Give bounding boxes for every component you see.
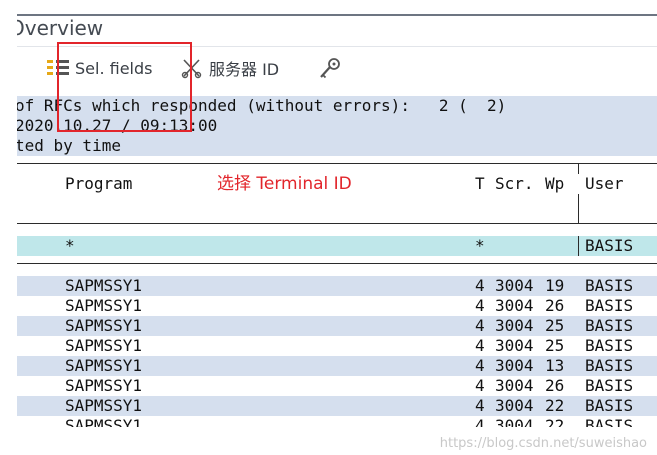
window-title: Overview bbox=[17, 16, 104, 40]
annotation-select-terminal-id: 选择 Terminal ID bbox=[217, 174, 352, 194]
filter-row[interactable]: * * BASIS bbox=[17, 236, 657, 256]
filter-program: * bbox=[65, 236, 75, 255]
cell-t: 4 bbox=[475, 276, 485, 295]
cell-program: SAPMSSY1 bbox=[65, 316, 143, 335]
cell-t: 4 bbox=[475, 376, 485, 395]
filter-divider bbox=[17, 263, 657, 264]
header-t[interactable]: T bbox=[475, 174, 485, 194]
info-sorted-by: ted by time bbox=[17, 136, 657, 156]
info-date-time: 2020.10.27 / 09:13:00 bbox=[17, 116, 657, 136]
key-button[interactable] bbox=[317, 55, 343, 81]
sel-fields-label: Sel. fields bbox=[75, 58, 153, 78]
cell-user: BASIS bbox=[585, 396, 634, 415]
info-line-1: of RFCs which responded (without errors)… bbox=[17, 96, 507, 115]
cell-wp: 22 bbox=[545, 396, 565, 415]
header-wp[interactable]: Wp bbox=[545, 174, 564, 194]
cell-scr: 3004 bbox=[495, 316, 534, 335]
cell-wp: 19 bbox=[545, 276, 565, 295]
cell-scr: 3004 bbox=[495, 276, 534, 295]
table-row[interactable]: SAPMSSY1 4 3004 19 BASIS bbox=[17, 276, 657, 296]
cell-program: SAPMSSY1 bbox=[65, 276, 143, 295]
cell-user: BASIS bbox=[585, 276, 634, 295]
cell-user: BASIS bbox=[585, 356, 634, 375]
scissors-icon bbox=[181, 59, 202, 79]
cell-t: 4 bbox=[475, 356, 485, 375]
sel-fields-button[interactable]: Sel. fields bbox=[47, 55, 152, 81]
process-table: Program 选择 Terminal ID T Scr. Wp User * … bbox=[17, 163, 657, 427]
cell-wp: 25 bbox=[545, 316, 565, 335]
sap-window: Overview Sel. fields 服务器 ID of RFCs whic… bbox=[17, 14, 657, 427]
cell-wp: 26 bbox=[545, 376, 565, 395]
column-separator bbox=[578, 164, 579, 224]
header-user[interactable]: User bbox=[585, 174, 624, 194]
cell-program: SAPMSSY1 bbox=[65, 376, 143, 395]
cell-program: SAPMSSY1 bbox=[65, 356, 143, 375]
cell-program: SAPMSSY1 bbox=[65, 336, 143, 355]
table-row[interactable]: SAPMSSY1 4 3004 26 BASIS bbox=[17, 376, 657, 396]
cell-program: SAPMSSY1 bbox=[65, 396, 143, 415]
cell-scr: 3004 bbox=[495, 356, 534, 375]
cell-scr: 3004 bbox=[495, 376, 534, 395]
table-row[interactable]: SAPMSSY1 4 3004 22 BASIS bbox=[17, 396, 657, 416]
table-row[interactable]: SAPMSSY1 4 3004 26 BASIS bbox=[17, 296, 657, 316]
header-program[interactable]: Program bbox=[65, 174, 132, 194]
cell-program: SAPMSSY1 bbox=[65, 416, 143, 427]
info-line-2: 2020.10.27 / 09:13:00 bbox=[17, 116, 218, 135]
cell-scr: 3004 bbox=[495, 396, 534, 415]
cell-wp: 22 bbox=[545, 416, 565, 427]
server-id-label: 服务器 ID bbox=[209, 60, 280, 79]
cell-user: BASIS bbox=[585, 336, 634, 355]
cell-wp: 25 bbox=[545, 336, 565, 355]
key-icon bbox=[320, 58, 340, 79]
cell-scr: 3004 bbox=[495, 336, 534, 355]
cell-wp: 13 bbox=[545, 356, 565, 375]
table-row[interactable]: SAPMSSY1 4 3004 13 BASIS bbox=[17, 356, 657, 376]
header-scr[interactable]: Scr. bbox=[495, 174, 534, 194]
server-id-button[interactable]: 服务器 ID bbox=[181, 55, 279, 81]
info-responded-count: of RFCs which responded (without errors)… bbox=[17, 96, 657, 116]
table-row[interactable]: SAPMSSY1 4 3004 25 BASIS bbox=[17, 336, 657, 356]
cell-t: 4 bbox=[475, 416, 485, 427]
cell-wp: 26 bbox=[545, 296, 565, 315]
cell-user: BASIS bbox=[585, 376, 634, 395]
info-line-3: ted by time bbox=[17, 136, 121, 155]
column-separator bbox=[578, 236, 579, 256]
table-header: Program 选择 Terminal ID T Scr. Wp User bbox=[17, 174, 657, 194]
table-row[interactable]: SAPMSSY1 4 3004 25 BASIS bbox=[17, 316, 657, 336]
cell-user: BASIS bbox=[585, 416, 634, 427]
filter-t: * bbox=[475, 236, 485, 255]
cell-scr: 3004 bbox=[495, 296, 534, 315]
cell-user: BASIS bbox=[585, 316, 634, 335]
header-divider bbox=[17, 223, 657, 224]
cell-t: 4 bbox=[475, 316, 485, 335]
watermark-text: https://blog.csdn.net/suweishao bbox=[439, 436, 647, 451]
filter-user: BASIS bbox=[585, 236, 634, 255]
select-fields-icon bbox=[47, 59, 69, 77]
cell-program: SAPMSSY1 bbox=[65, 296, 143, 315]
cell-t: 4 bbox=[475, 336, 485, 355]
title-bar: Overview bbox=[17, 14, 657, 46]
cell-user: BASIS bbox=[585, 296, 634, 315]
cell-scr: 3004 bbox=[495, 416, 534, 427]
table-row[interactable]: SAPMSSY1 4 3004 22 BASIS bbox=[17, 416, 657, 427]
cell-t: 4 bbox=[475, 396, 485, 415]
cell-t: 4 bbox=[475, 296, 485, 315]
toolbar: Sel. fields 服务器 ID bbox=[17, 46, 657, 89]
